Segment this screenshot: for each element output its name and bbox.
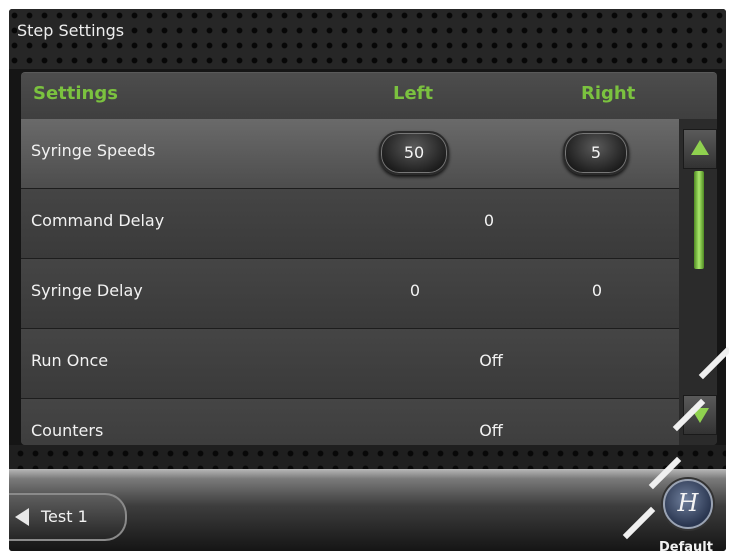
- row-label: Run Once: [31, 351, 109, 370]
- syringe-speed-left-button[interactable]: 50: [379, 131, 449, 175]
- page-title: Step Settings: [17, 20, 131, 42]
- row-counters[interactable]: Counters Off: [21, 399, 679, 445]
- syringe-speed-right-button[interactable]: 5: [563, 131, 629, 175]
- back-button[interactable]: Test 1: [9, 493, 127, 541]
- bottom-bar: Test 1 H Default: [9, 469, 726, 551]
- table-header: Settings Left Right: [21, 73, 717, 119]
- row-syringe-speeds[interactable]: Syringe Speeds 50 5: [21, 119, 679, 189]
- header-right: Right: [581, 83, 636, 104]
- row-label: Syringe Speeds: [31, 141, 156, 160]
- back-button-label: Test 1: [41, 507, 88, 526]
- header-left: Left: [393, 83, 434, 104]
- row-label: Syringe Delay: [31, 281, 143, 300]
- device-screen: Step Settings Settings Left Right Syring…: [9, 9, 726, 551]
- triangle-left-icon: [15, 508, 29, 526]
- triangle-up-icon: [691, 140, 709, 155]
- scroll-up-button[interactable]: [683, 129, 717, 169]
- row-syringe-delay[interactable]: Syringe Delay 0 0: [21, 259, 679, 329]
- default-label: Default: [659, 540, 713, 551]
- hamilton-logo-icon[interactable]: H: [663, 479, 713, 529]
- row-command-delay[interactable]: Command Delay 0: [21, 189, 679, 259]
- row-label: Command Delay: [31, 211, 165, 230]
- row-run-once[interactable]: Run Once Off: [21, 329, 679, 399]
- settings-panel: Settings Left Right Syringe Speeds 50 5 …: [21, 72, 717, 445]
- dotted-strip: [9, 445, 726, 469]
- top-bar: Step Settings: [9, 9, 726, 69]
- syringe-delay-right-value: 0: [591, 281, 603, 300]
- run-once-value: Off: [479, 351, 503, 370]
- row-label: Counters: [31, 421, 104, 440]
- counters-value: Off: [479, 421, 503, 440]
- command-delay-value: 0: [483, 211, 495, 230]
- scroll-thumb[interactable]: [694, 171, 704, 269]
- header-settings: Settings: [33, 83, 118, 104]
- syringe-delay-left-value: 0: [409, 281, 421, 300]
- scrollbar[interactable]: [679, 119, 717, 445]
